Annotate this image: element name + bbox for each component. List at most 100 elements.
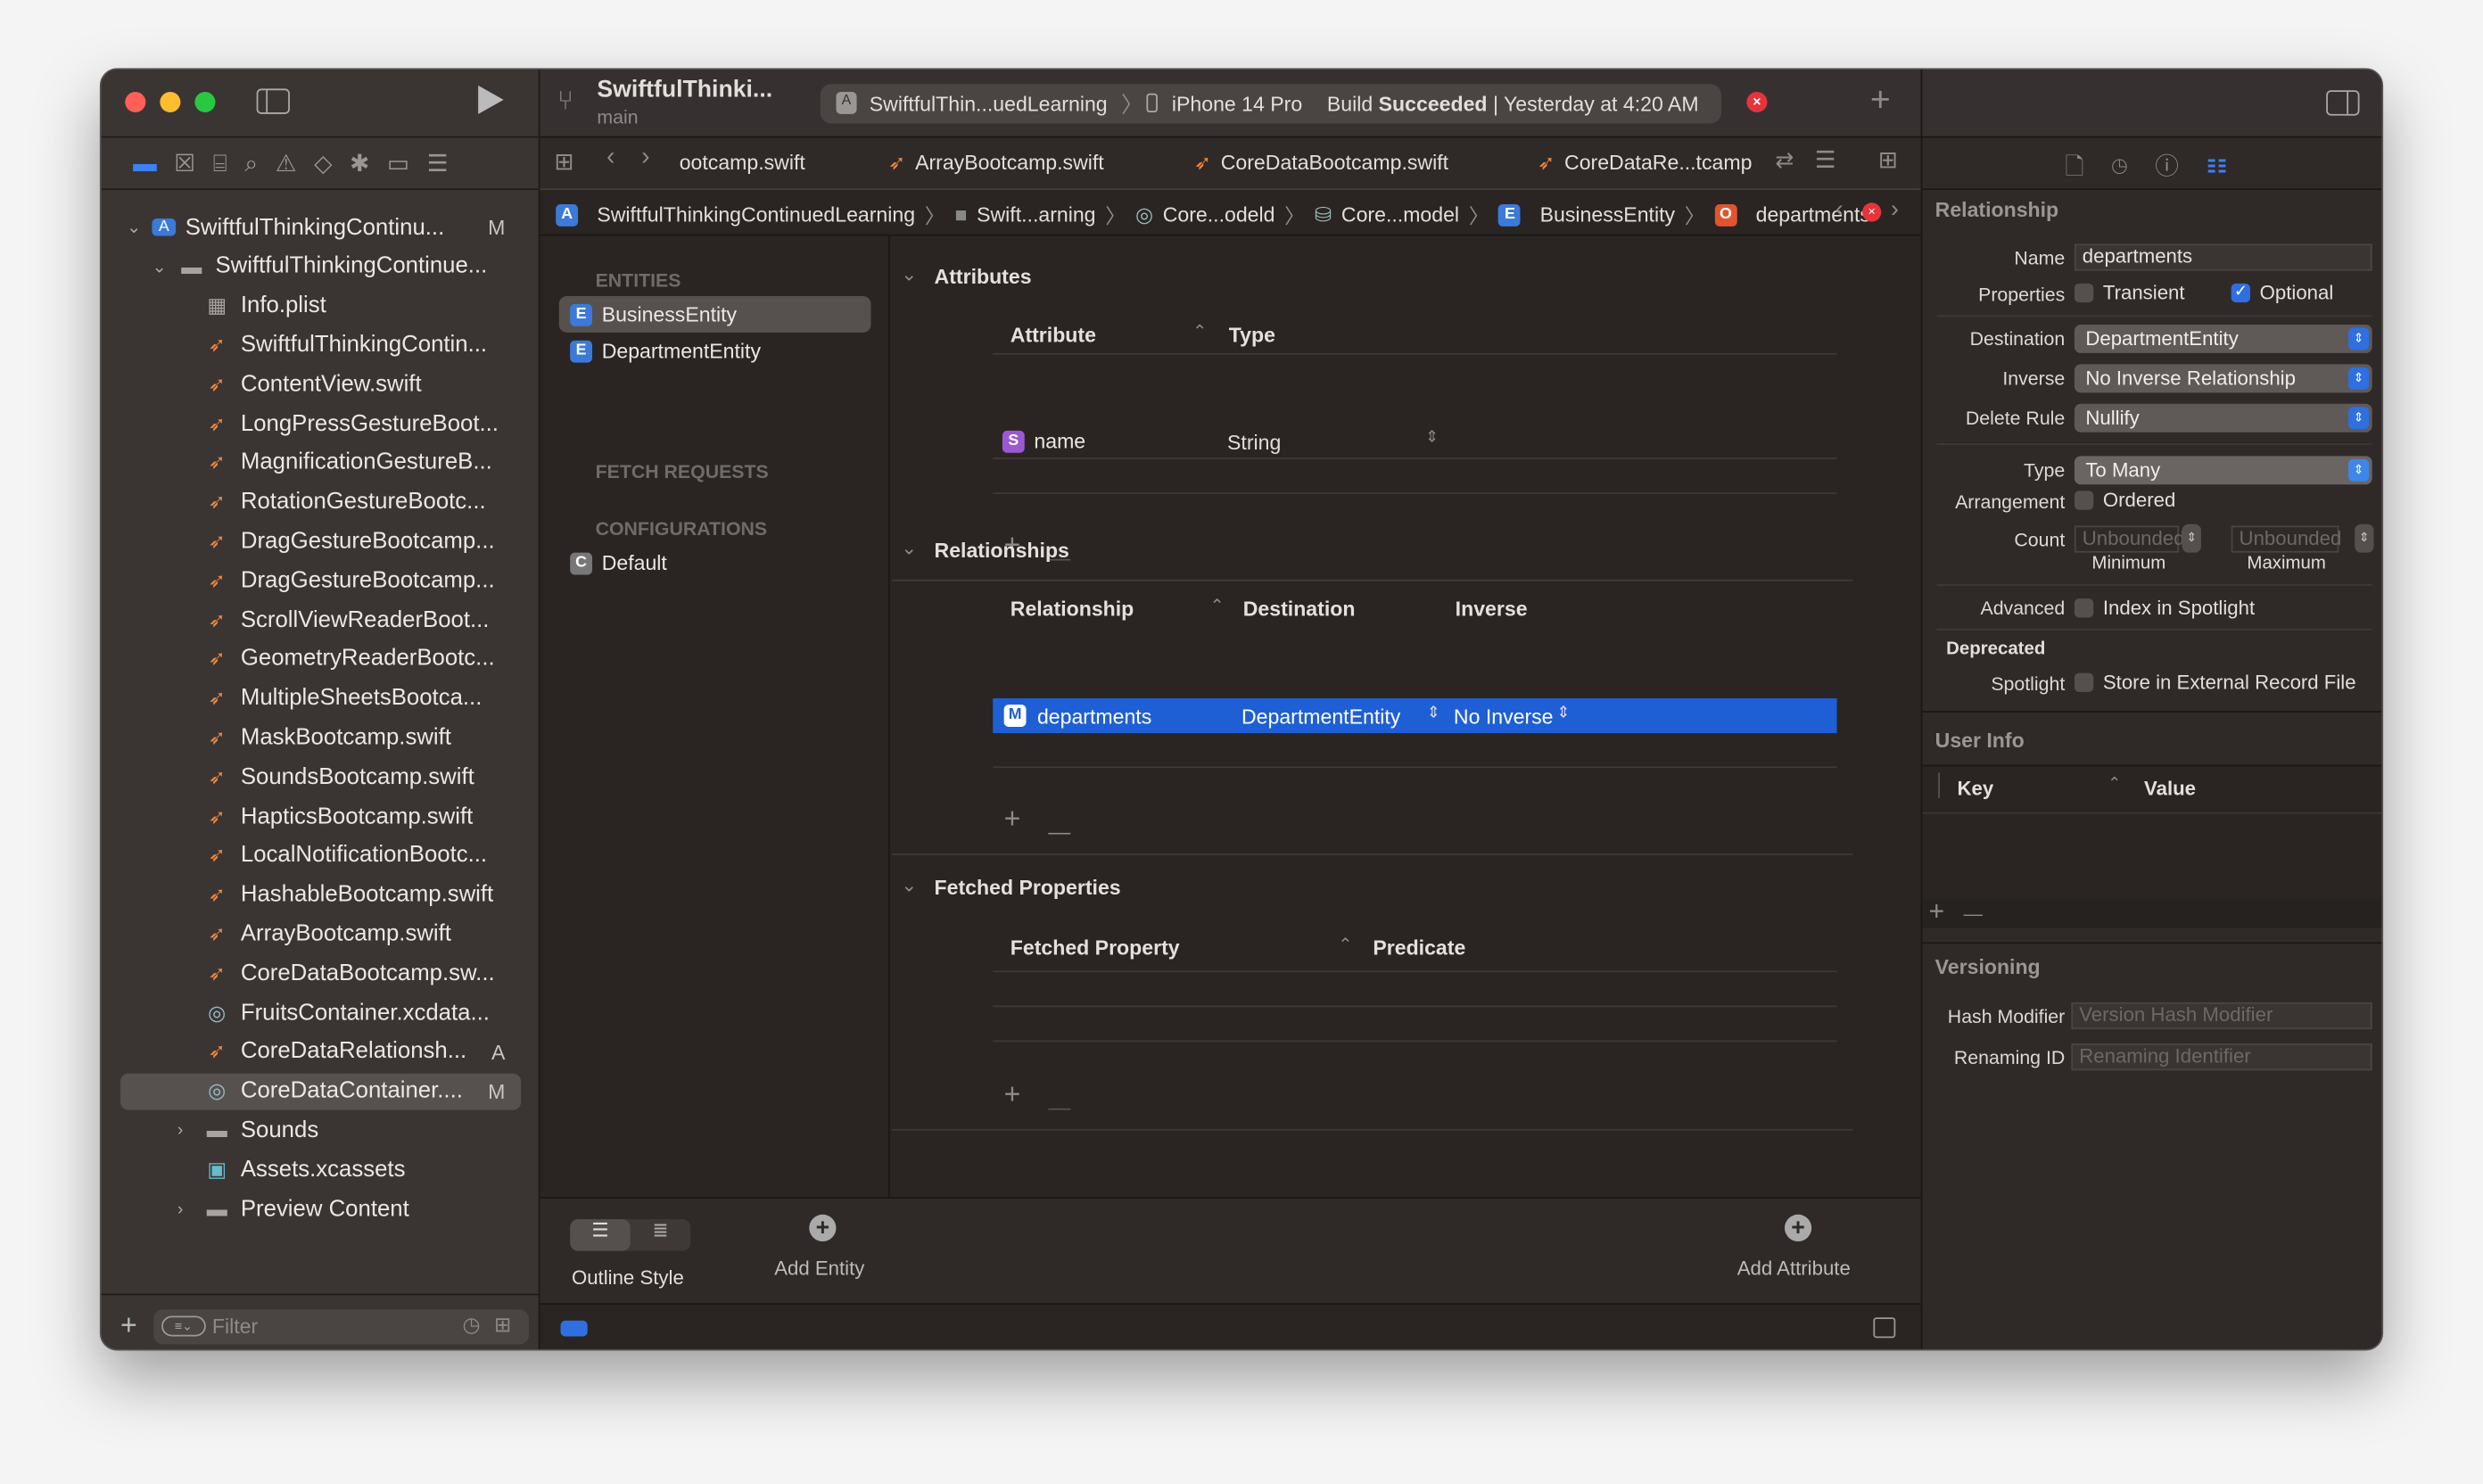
file-tree-item[interactable]: ➶ MaskBootcamp.swift — [120, 720, 521, 756]
table-style-icon[interactable]: ☰ — [570, 1219, 631, 1251]
disclosure-chevron-icon[interactable]: › — [177, 1121, 184, 1140]
disclosure-chevron-icon[interactable]: › — [177, 1200, 184, 1218]
show-debug-area-icon[interactable] — [1873, 1317, 1896, 1339]
attribute-type-select[interactable]: String — [1227, 431, 1281, 455]
delete-rule-popup[interactable]: Nullify ⇕ — [2074, 403, 2372, 433]
attributes-disclosure[interactable]: ⌄ — [901, 263, 917, 285]
index-spotlight-checkbox[interactable] — [2074, 598, 2094, 618]
tab-array-bootcamp[interactable]: ➶ ArrayBootcamp.swift — [888, 151, 1104, 176]
tab-bootcamp[interactable]: ootcamp.swift — [680, 151, 805, 175]
fetched-disclosure[interactable]: ⌄ — [901, 874, 917, 896]
file-tree-item[interactable]: ➶ SoundsBootcamp.swift — [120, 759, 521, 796]
inverse-popup[interactable]: No Inverse Relationship ⇕ — [2074, 364, 2372, 393]
forward-button[interactable]: › — [641, 144, 649, 173]
add-entity-button[interactable]: Add Entity — [774, 1257, 864, 1280]
store-external-checkbox[interactable] — [2074, 672, 2094, 692]
file-tree-item[interactable]: ➶ MagnificationGestureB... — [120, 445, 521, 482]
key-column-header[interactable]: Key — [1958, 778, 1994, 800]
fetched-property-column-header[interactable]: Fetched Property — [1011, 936, 1180, 960]
hash-modifier-field[interactable]: Version Hash Modifier — [2071, 1002, 2372, 1030]
entity-business[interactable]: E BusinessEntity — [558, 296, 871, 333]
file-tree-item[interactable]: ▦ Info.plist — [120, 287, 521, 324]
renaming-id-field[interactable]: Renaming Identifier — [2071, 1043, 2372, 1071]
editor-options-icon[interactable]: ☰ — [1815, 145, 1836, 174]
optional-checkbox[interactable]: ✓ — [2231, 283, 2250, 303]
breadcrumb-group[interactable]: Swift...arning — [977, 202, 1095, 227]
add-fetched-plus[interactable]: + — [1004, 1078, 1021, 1111]
back-button[interactable]: ‹ — [606, 144, 615, 173]
folder-icon[interactable]: ▬ — [133, 151, 174, 177]
maximum-count-field[interactable]: Unbounded — [2231, 525, 2341, 553]
relationship-row-selected[interactable]: M departments DepartmentEntity ⇕ No Inve… — [993, 697, 1837, 734]
close-window-button[interactable] — [125, 91, 146, 113]
predicate-column-header[interactable]: Predicate — [1373, 936, 1465, 960]
maximum-stepper[interactable]: ⇕ — [2355, 524, 2374, 553]
add-attribute-button[interactable]: Add Attribute — [1737, 1257, 1851, 1280]
file-tree-item[interactable]: ⌄ ▬ SwiftfulThinkingContinue... — [120, 248, 521, 284]
breadcrumb-entity[interactable]: BusinessEntity — [1540, 202, 1675, 227]
destination-column-header[interactable]: Destination — [1243, 597, 1356, 621]
minimum-count-field[interactable]: Unbounded — [2074, 525, 2185, 553]
destination-popup[interactable]: DepartmentEntity ⇕ — [2074, 324, 2372, 353]
source-control-filter-icon[interactable]: ⊞ — [494, 1313, 511, 1338]
breadcrumb-project[interactable]: SwiftfulThinkingContinuedLearning — [597, 202, 915, 227]
file-tree-item[interactable]: ⌄ A SwiftfulThinkingContinu... M — [120, 209, 521, 245]
type-column-header[interactable]: Type — [1229, 323, 1275, 347]
relationships-disclosure[interactable]: ⌄ — [901, 537, 917, 559]
file-tree-item[interactable]: › ▬ Preview Content — [120, 1191, 521, 1227]
graph-style-icon[interactable]: ≣ — [631, 1219, 690, 1251]
tab-coredata-bootcamp[interactable]: ➶ CoreDataBootcamp.swift — [1194, 151, 1448, 176]
breadcrumb-model[interactable]: Core...model — [1341, 202, 1459, 227]
user-info-table[interactable]: Key ⌃ Value — [1922, 764, 2382, 911]
name-field[interactable]: departments — [2074, 243, 2372, 271]
file-tree-item[interactable]: ➶ CoreDataRelationsh... A — [120, 1034, 521, 1070]
file-tree-item[interactable]: ➶ LongPressGestureBoot... — [120, 406, 521, 442]
add-relationship-plus[interactable]: + — [1004, 803, 1021, 836]
inspector-toggle-icon[interactable] — [2326, 90, 2360, 116]
minimize-window-button[interactable] — [160, 91, 181, 113]
type-popup[interactable]: To Many ⇕ — [2074, 456, 2372, 485]
configuration-default[interactable]: C Default — [559, 545, 667, 581]
run-button[interactable] — [478, 85, 504, 114]
inspector-tabs[interactable]: 🗋◷ⓘ☷ — [2065, 149, 2255, 190]
entity-department[interactable]: E DepartmentEntity — [559, 333, 761, 369]
tab-coredata-relationships[interactable]: ➶ CoreDataRe...tcamp — [1538, 151, 1752, 176]
sidebar-toggle-icon[interactable] — [256, 88, 290, 114]
add-entity-icon[interactable]: + — [809, 1214, 837, 1241]
file-tree-item[interactable]: ◎ FruitsContainer.xcdata... — [120, 994, 521, 1031]
remove-user-info-minus[interactable]: — — [1964, 903, 1983, 925]
previous-issue-button[interactable]: ‹ — [1835, 196, 1844, 223]
breadcrumb-datamodel[interactable]: Core...odeld — [1163, 202, 1275, 227]
navigator-tabs[interactable]: ▬☒⌸⌕⚠◇✱▭☰ — [133, 149, 466, 177]
split-editor-icon[interactable]: ⊞ — [1878, 145, 1898, 174]
outline-style-segmented[interactable]: ☰ ≣ — [570, 1219, 691, 1251]
file-tree-item[interactable]: ◎ CoreDataContainer.... M — [120, 1073, 522, 1109]
device-selector[interactable]: iPhone 14 Pro — [1172, 92, 1302, 116]
attribute-row[interactable]: Sname — [1002, 423, 1085, 459]
scheme-selector[interactable]: SwiftfulThin...uedLearning — [870, 92, 1108, 116]
transient-checkbox[interactable] — [2074, 283, 2094, 303]
relationship-column-header[interactable]: Relationship — [1011, 597, 1134, 621]
activity-view[interactable]: A SwiftfulThin...uedLearning 〉 iPhone 14… — [820, 84, 1721, 124]
file-tree-item[interactable]: ➶ DragGestureBootcamp... — [120, 524, 521, 560]
minimum-stepper[interactable]: ⇕ — [2182, 524, 2201, 553]
related-items-icon[interactable]: ⊞ — [554, 147, 573, 176]
filter-input[interactable]: ≡⌄ Filter ◷ ⊞ — [153, 1309, 530, 1345]
inverse-column-header[interactable]: Inverse — [1456, 597, 1528, 621]
recent-files-icon[interactable]: ◷ — [462, 1313, 480, 1338]
add-tab-button[interactable]: + — [1870, 79, 1891, 120]
swap-icon[interactable]: ⇄ — [1775, 147, 1794, 174]
remove-relationship-minus[interactable]: — — [1048, 819, 1070, 844]
file-tree-item[interactable]: › ▬ Sounds — [120, 1112, 521, 1149]
disclosure-chevron-icon[interactable]: ⌄ — [127, 217, 141, 237]
next-issue-button[interactable]: › — [1891, 196, 1899, 223]
attribute-column-header[interactable]: Attribute — [1011, 323, 1096, 347]
zoom-window-button[interactable] — [194, 91, 216, 113]
value-column-header[interactable]: Value — [2144, 778, 2196, 800]
error-icon[interactable]: × — [1746, 91, 1768, 113]
debug-area-toggle-icon[interactable] — [560, 1320, 588, 1337]
file-tree-item[interactable]: ▣ Assets.xcassets — [120, 1151, 521, 1188]
filter-options-icon[interactable]: ≡⌄ — [161, 1315, 206, 1337]
file-tree-item[interactable]: ➶ HashableBootcamp.swift — [120, 877, 521, 913]
file-tree-item[interactable]: ➶ CoreDataBootcamp.sw... — [120, 955, 521, 992]
